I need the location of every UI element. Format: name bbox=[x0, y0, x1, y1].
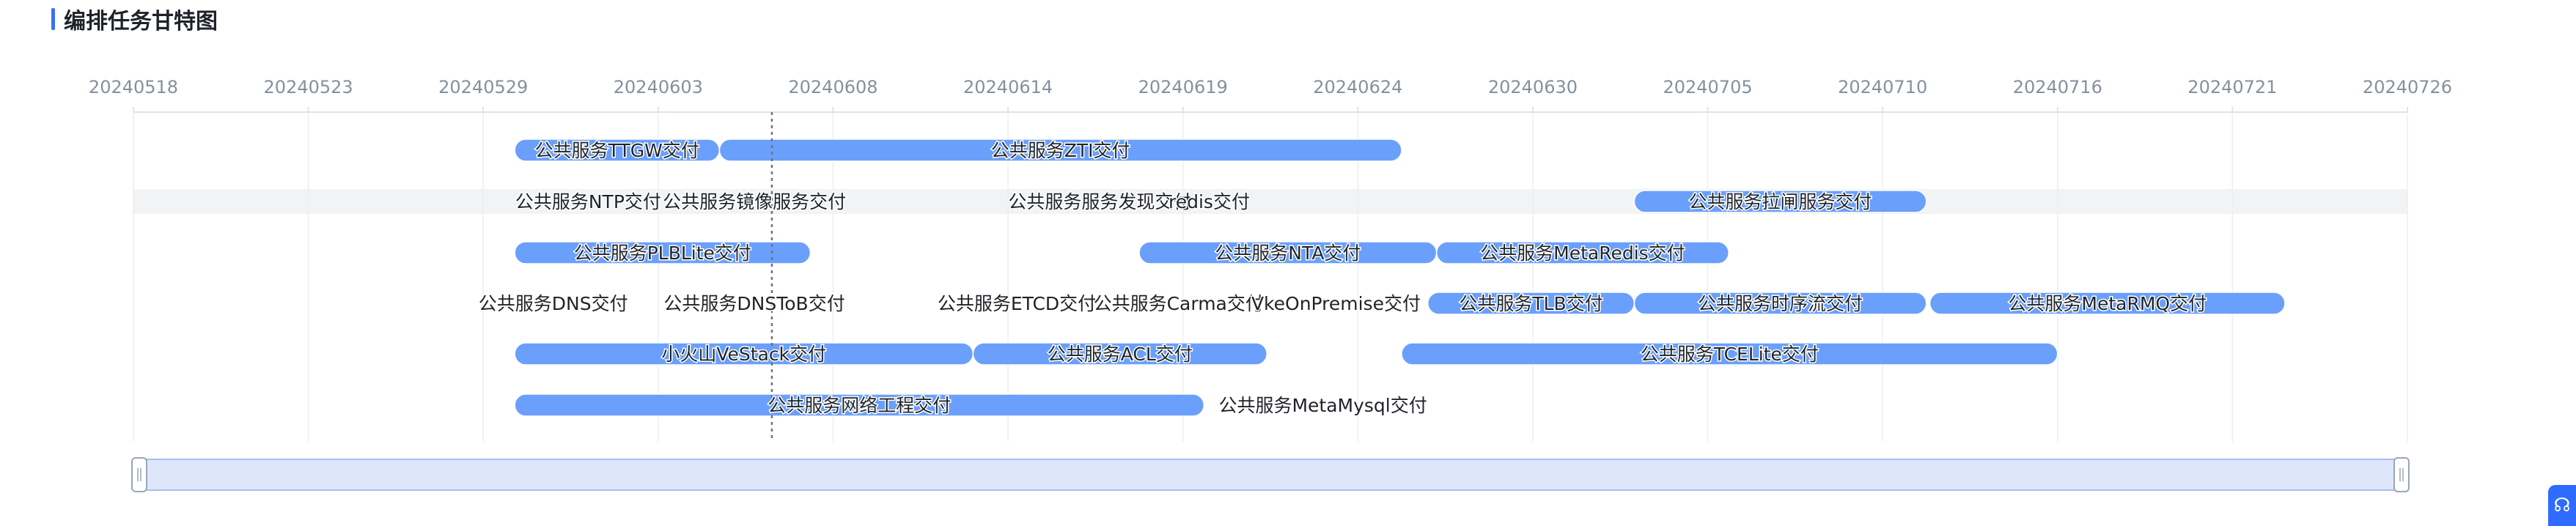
task-label: 公共服务ETCD交付 bbox=[938, 293, 1096, 314]
tick-label: 20240624 bbox=[1313, 77, 1402, 97]
task-label: 公共服务Carma交付 bbox=[1094, 293, 1264, 314]
slider-handle-right[interactable] bbox=[2393, 457, 2410, 492]
task-label: 公共服务服务发现交付 bbox=[1008, 191, 1191, 212]
task-label: 公共服务ZTI交付 bbox=[991, 140, 1130, 161]
task-label: 公共服务NTP交付 bbox=[515, 191, 661, 212]
task-label: redis交付 bbox=[1169, 191, 1250, 212]
slider-range bbox=[139, 459, 2402, 491]
task-label: VkeOnPremise交付 bbox=[1251, 293, 1421, 314]
task-label: 公共服务网络工程交付 bbox=[768, 395, 951, 416]
tick-label: 20240721 bbox=[2187, 77, 2277, 97]
row-highlight bbox=[133, 189, 2407, 214]
task-labels: 公共服务TTGW交付 公共服务ZTI交付公共服务NTP交付 公共服务镜像服务交付 公共… bbox=[477, 139, 2207, 418]
tick-label: 20240716 bbox=[2013, 77, 2102, 97]
tick-label: 20240726 bbox=[2363, 77, 2452, 97]
tick-label: 20240523 bbox=[264, 77, 353, 97]
task-label: 公共服务ACL交付 bbox=[1048, 344, 1193, 365]
slider-handle-left[interactable] bbox=[131, 457, 147, 492]
zoom-slider bbox=[131, 457, 2410, 492]
tick-label: 20240710 bbox=[1838, 77, 1927, 97]
task-label: 公共服务时序流交付 bbox=[1698, 293, 1863, 314]
task-label: 公共服务PLBLite交付 bbox=[574, 242, 751, 264]
tick-label: 20240630 bbox=[1488, 77, 1578, 97]
task-label: 公共服务MetaRedis交付 bbox=[1480, 242, 1685, 264]
task-label: 公共服务TCELite交付 bbox=[1641, 344, 1819, 365]
x-axis: 20240518 20240523 20240529 20240603 20240608… bbox=[89, 77, 2452, 113]
task-label: 公共服务MetaMysql交付 bbox=[1218, 395, 1427, 416]
help-float-button[interactable]: ☊ bbox=[2548, 485, 2576, 526]
tick-label: 20240608 bbox=[788, 77, 877, 97]
task-label: 公共服务NTA交付 bbox=[1215, 242, 1361, 264]
task-label: 公共服务TLB交付 bbox=[1459, 293, 1602, 314]
task-label: 公共服务MetaRMQ交付 bbox=[2008, 293, 2207, 314]
tick-label: 20240619 bbox=[1138, 77, 1228, 97]
task-label: 公共服务DNSToB交付 bbox=[663, 293, 844, 314]
task-bars bbox=[514, 138, 2286, 417]
gantt-chart: 20240518 20240523 20240529 20240603 20240608… bbox=[89, 77, 2452, 492]
task-label: 公共服务DNS交付 bbox=[479, 293, 628, 314]
tick-label: 20240529 bbox=[438, 77, 528, 97]
task-label: 公共服务镜像服务交付 bbox=[663, 191, 846, 212]
task-label: 公共服务TTGW交付 bbox=[535, 140, 699, 161]
tick-label: 20240518 bbox=[89, 77, 178, 97]
tick-label: 20240614 bbox=[963, 77, 1053, 97]
tick-label: 20240603 bbox=[614, 77, 703, 97]
customer-service-icon: ☊ bbox=[2553, 494, 2571, 516]
task-label: 小火山VeStack交付 bbox=[661, 344, 826, 365]
task-label: 公共服务拉闸服务交付 bbox=[1689, 191, 1872, 212]
tick-label: 20240705 bbox=[1663, 77, 1752, 97]
